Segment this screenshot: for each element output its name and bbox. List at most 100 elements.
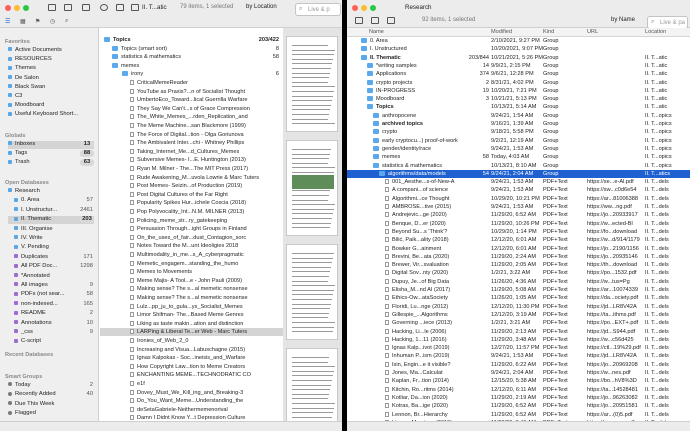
database-item[interactable]: Annotations 10 [8, 320, 94, 328]
table-row[interactable]: Bilić, Paik...ality (2018) 12/12/20, 6:01… [347, 236, 690, 244]
globals-item[interactable]: Trash 63 [8, 159, 94, 167]
minimize-button[interactable] [361, 5, 367, 11]
table-row[interactable]: Floridi, Lu...nge (2012) 12/12/20, 11:30 … [347, 303, 690, 311]
table-row[interactable]: A compani...of science 9/24/21, 1:53 AM PD… [347, 186, 690, 194]
database-item[interactable]: README 2 [8, 310, 94, 318]
list-item[interactable]: Increasing and Visua...Labuschagne (2015… [100, 346, 283, 354]
list-item[interactable]: Dovey_Must_We_Kill_ing_and_Breaking-3 [100, 389, 283, 397]
favorite-item[interactable]: Useful Keyboard Short... [8, 111, 94, 119]
url-cell[interactable]: https://ctl...19%29.pdf [587, 344, 643, 352]
database-item[interactable]: All PDF Doc... 1298 [8, 263, 94, 271]
table-row[interactable]: crypto 9/18/21, 5:58 PM Group II. T...opics [347, 128, 690, 136]
table-row[interactable]: Dupuy, Je...of Big Data 11/26/20, 4:36 AM… [347, 278, 690, 286]
favorite-item[interactable]: De Salon [8, 75, 94, 83]
table-row[interactable]: Gillespie_...Algorithms 12/12/20, 3:19 AM… [347, 311, 690, 319]
list-item[interactable]: The Force of Digital...tion - Olga Goriu… [100, 131, 283, 139]
url-cell[interactable]: https://jo...2190/1156 [587, 245, 643, 253]
url-cell[interactable]: https://ww...ng.pdf [587, 203, 643, 211]
database-item[interactable]: III. Organise [8, 226, 94, 234]
list-item[interactable]: Policing_meme_str...ry_gatekeeping [100, 217, 283, 225]
search-input[interactable]: Live & p [295, 3, 341, 16]
url-cell[interactable]: https://jo...20933917 [587, 211, 643, 219]
list-item[interactable]: The Ambivalent Inter...chi - Whitney Phi… [100, 139, 283, 147]
col-modified[interactable]: Modified [491, 29, 512, 35]
table-row[interactable]: Hacking, 1...11 (2016) 11/29/20, 3:48 AM P… [347, 336, 690, 344]
url-cell[interactable]: https://w...d/914/1179 [587, 236, 643, 244]
table-row[interactable]: Brewer, Vir...svaluation 11/29/20, 2:05 A… [347, 261, 690, 269]
list-item[interactable]: Notes Toward the M...unt Ideoligies 2018 [100, 242, 283, 250]
col-location[interactable]: Location [645, 29, 666, 35]
list-item[interactable]: YouTube as Praxis?...n of Socialist Thou… [100, 88, 283, 96]
globals-item[interactable]: Tags 88 [8, 150, 94, 158]
table-row[interactable]: Inhuman P...ism (2019) 9/24/21, 1:53 AM PD… [347, 352, 690, 360]
favorite-item[interactable]: Moodboard [8, 102, 94, 110]
url-cell[interactable]: https://w...tus=Pg [587, 278, 643, 286]
list-item[interactable]: Lulz...pp_ju_to_gula...ys_Socialist_Meme… [100, 303, 283, 311]
database-item[interactable]: IV. Write [8, 235, 94, 243]
sidebar-toggle-icon[interactable] [355, 17, 363, 24]
list-item[interactable]: They Say We Can't...s of Grace Compressi… [100, 105, 283, 113]
tree-item[interactable]: irony 6 [100, 70, 283, 78]
table-row[interactable]: Isin, Engin...e it visible? 11/29/20, 6:2… [347, 361, 690, 369]
smart-group-item[interactable]: Flagged [8, 410, 94, 418]
table-row[interactable]: I. Unstructured 10/20/2021, 9:07 PM Group [347, 45, 690, 53]
list-item[interactable]: Making sense? The s...al memetic nonsens… [100, 285, 283, 293]
favorite-item[interactable]: Active Documents [8, 47, 94, 55]
tree-item[interactable]: statistics & mathematics 58 [100, 53, 283, 61]
tree-item[interactable]: Topics (smart sort) 8 [100, 45, 283, 53]
url-cell[interactable]: https://po...EXT+.pdf [587, 319, 643, 327]
table-row[interactable]: Moodboard 3 10/21/21, 5:13 PM Group II. T...… [347, 95, 690, 103]
url-cell[interactable]: https://ar...(0)5.pdf [587, 411, 643, 419]
share-icon[interactable] [116, 4, 124, 11]
url-cell[interactable]: https://da...ociety.pdf [587, 294, 643, 302]
edit-icon[interactable] [387, 17, 395, 24]
sort-menu[interactable]: by Name [611, 17, 635, 23]
list-item[interactable]: Limor Shifman- The...Based Meme Genres [100, 311, 283, 319]
database-item[interactable]: I. Unstructur... 2461 [8, 207, 94, 215]
nav-home-icon[interactable]: ☰ [5, 18, 10, 25]
url-cell[interactable]: https://w...ected-Bl [587, 220, 643, 228]
database-item[interactable]: All images 9 [8, 282, 94, 290]
list-item[interactable]: Ryan M. Milner - The...The MIT Press (20… [100, 165, 283, 173]
list-item[interactable]: Ignas Kalpokas - Soc...ineisis_and_Warfa… [100, 354, 283, 362]
favorite-item[interactable]: Themes [8, 65, 94, 73]
globals-item[interactable]: Inboxes 13 [8, 141, 94, 149]
table-row[interactable]: Lennon, Br...Hierarchy 11/29/20, 6:52 AM P… [347, 411, 690, 419]
list-item[interactable]: e1f [100, 380, 283, 388]
list-item[interactable]: The_White_Memes_...rden_Replication_and [100, 113, 283, 121]
list-item[interactable]: deSetaGabriele-Neithermemenorival [100, 406, 283, 414]
table-row[interactable]: Ignas Kalp...ivot (2019) 12/27/20, 11:57 … [347, 344, 690, 352]
database-item[interactable]: C-script [8, 338, 94, 346]
table-row[interactable]: Ethics-Ow...ataSociety 11/26/20, 1:05 AM P… [347, 294, 690, 302]
table-row[interactable]: Kotras, Ba...ige (2020) 11/29/20, 6:52 AM… [347, 402, 690, 410]
url-cell[interactable]: https://jo...20951581 [587, 402, 643, 410]
list-item[interactable]: Rude Awakening_M...uvola Lowrie & Marc T… [100, 174, 283, 182]
url-cell[interactable]: https://bo...hV8%3D [587, 377, 643, 385]
table-row[interactable]: statistics & mathematics 10/13/21, 8:10 A… [347, 162, 690, 170]
tag-nav-icon[interactable]: ▦ [20, 18, 26, 25]
table-row[interactable]: Andrejevic...ge (2020) 11/29/20, 6:52 AM P… [347, 211, 690, 219]
list-item[interactable]: On_the_uses_of_fair...dust_Contagion_sor… [100, 234, 283, 242]
url-cell[interactable]: https://ta...ithms.pdf [587, 311, 643, 319]
table-row[interactable]: Benque, D...er (2020) 11/29/20, 10:26 PM P… [347, 220, 690, 228]
url-cell[interactable]: https://ta...14528481 [587, 386, 643, 394]
list-item[interactable]: How Copyright Law...tion to Meme Creator… [100, 363, 283, 371]
table-row[interactable]: Beyond Su...s 'Think'? 10/29/20, 1:14 PM P… [347, 228, 690, 236]
search-nav-icon[interactable]: ⌕ [65, 18, 68, 25]
table-row[interactable]: Bowker G...ainment 12/12/20, 6:01 AM PDF+T… [347, 245, 690, 253]
list-item[interactable]: Memetic_engagem...standing_the_humo [100, 260, 283, 268]
table-row[interactable]: algorithms/data/models 54 9/24/21, 2:04 AM… [347, 169, 690, 178]
url-cell[interactable]: https://po...1532.pdf [587, 269, 643, 277]
table-row[interactable]: memes 58 Today, 4:03 AM Group II. T...opics [347, 153, 690, 161]
url-cell[interactable]: https://th...download [587, 261, 643, 269]
url-cell[interactable]: https://jd...LR8V42A [587, 352, 643, 360]
zoom-button[interactable] [370, 5, 376, 11]
table-row[interactable]: gender/identity/race 9/24/21, 1:53 AM Grou… [347, 145, 690, 153]
list-item[interactable]: Pop Polyvocality_Int...N.M. MILNER (2013… [100, 208, 283, 216]
sidebar-toggle-icon[interactable] [48, 4, 56, 11]
database-item[interactable]: Duplicates 171 [8, 254, 94, 262]
table-row[interactable]: early cryptocu...) proof-of-work 9/2/21, … [347, 137, 690, 145]
url-cell[interactable]: https://ar...10074339 [587, 286, 643, 294]
url-cell[interactable]: https://se...e-Al.pdf [587, 178, 643, 186]
list-item[interactable]: Memes to Movements [100, 268, 283, 276]
